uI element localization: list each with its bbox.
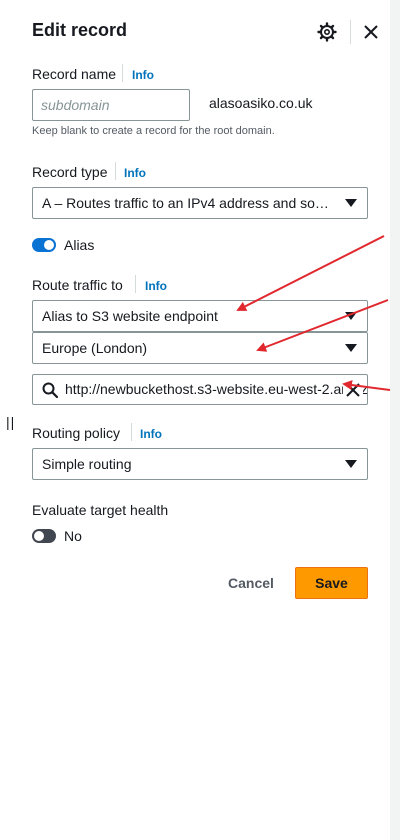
subdomain-input[interactable]: subdomain — [32, 89, 190, 121]
search-icon — [42, 382, 59, 399]
label-divider — [135, 275, 136, 293]
subdomain-placeholder: subdomain — [41, 97, 110, 113]
evaluate-health-label: Evaluate target health — [32, 502, 169, 518]
region-value: Europe (London) — [42, 340, 148, 356]
label-divider — [131, 423, 132, 441]
alias-label: Alias — [64, 237, 95, 253]
label-divider — [122, 64, 123, 82]
alias-toggle[interactable] — [32, 238, 56, 252]
record-name-label: Record name — [32, 66, 117, 82]
caret-down-icon — [345, 312, 357, 320]
save-button[interactable]: Save — [295, 567, 368, 599]
header-divider — [350, 20, 351, 44]
caret-down-icon — [345, 199, 357, 207]
evaluate-health-state: No — [64, 528, 82, 544]
endpoint-value: http://newbuckethost.s3-website.eu-west-… — [65, 381, 368, 397]
toggle-knob — [44, 240, 54, 250]
route-traffic-info-link[interactable]: Info — [145, 279, 167, 293]
endpoint-search-input[interactable]: http://newbuckethost.s3-website.eu-west-… — [32, 374, 368, 405]
route-traffic-label: Route traffic to — [32, 277, 123, 293]
record-type-value: A – Routes traffic to an IPv4 address an… — [42, 195, 329, 211]
edit-record-panel: Edit record Record name Info subdomain a… — [0, 0, 390, 840]
routing-policy-value: Simple routing — [42, 456, 132, 472]
caret-down-icon — [345, 460, 357, 468]
clear-icon[interactable] — [343, 380, 363, 400]
routing-policy-select[interactable]: Simple routing — [32, 448, 368, 480]
close-icon[interactable] — [361, 22, 381, 42]
toggle-knob — [34, 531, 44, 541]
gear-icon[interactable] — [317, 22, 337, 42]
domain-suffix: alasoasiko.co.uk — [209, 95, 313, 111]
caret-down-icon — [345, 344, 357, 352]
label-divider — [115, 162, 116, 180]
record-type-select[interactable]: A – Routes traffic to an IPv4 address an… — [32, 187, 368, 219]
record-type-info-link[interactable]: Info — [124, 166, 146, 180]
record-type-label: Record type — [32, 164, 108, 180]
record-name-info-link[interactable]: Info — [132, 68, 154, 82]
cancel-button[interactable]: Cancel — [218, 567, 284, 599]
panel-edge — [390, 0, 400, 840]
routing-policy-label: Routing policy — [32, 425, 120, 441]
region-select[interactable]: Europe (London) — [32, 332, 368, 364]
evaluate-health-toggle[interactable] — [32, 529, 56, 543]
routing-policy-info-link[interactable]: Info — [140, 427, 162, 441]
record-name-hint: Keep blank to create a record for the ro… — [32, 125, 275, 137]
endpoint-type-value: Alias to S3 website endpoint — [42, 308, 218, 324]
panel-title: Edit record — [32, 20, 128, 40]
endpoint-type-select[interactable]: Alias to S3 website endpoint — [32, 300, 368, 332]
resize-grip-icon[interactable]: || — [6, 414, 15, 430]
